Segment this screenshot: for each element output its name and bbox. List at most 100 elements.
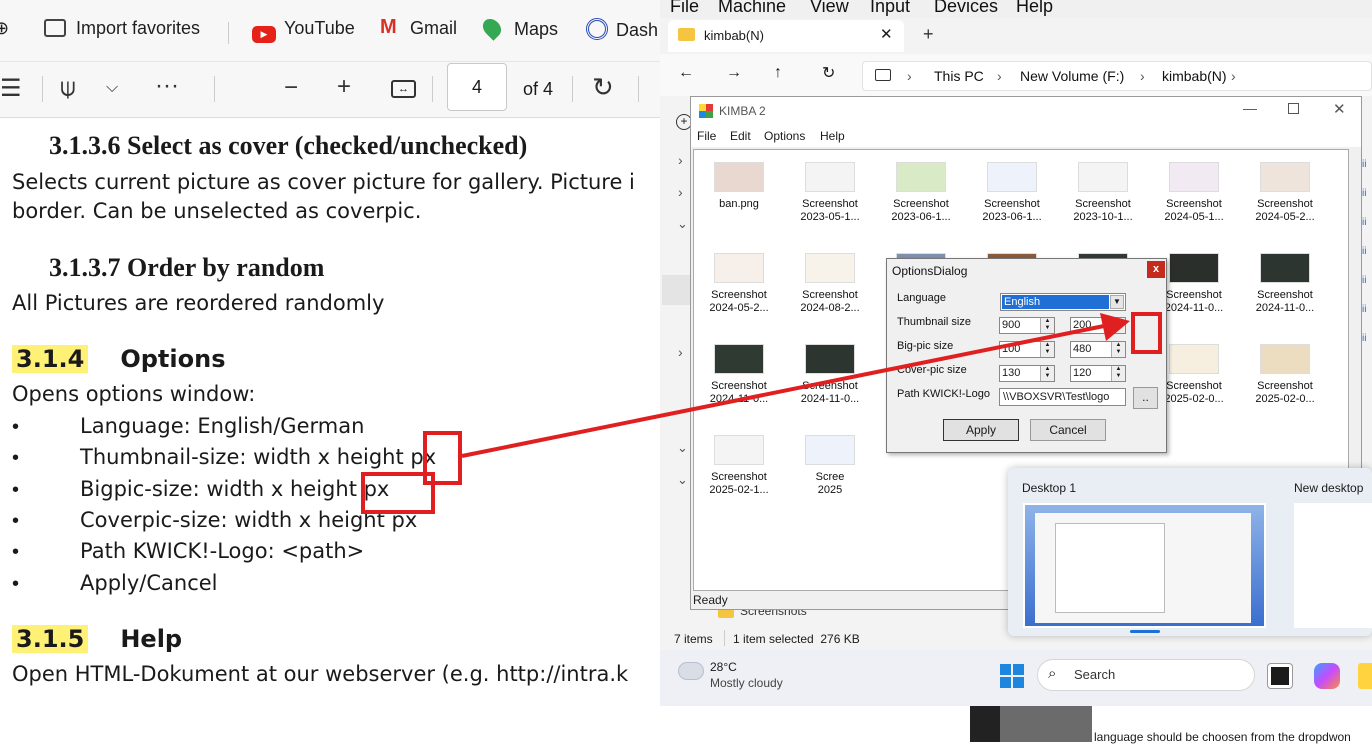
kimba-menu-help[interactable]: Help — [820, 129, 845, 143]
new-desktop-preview[interactable] — [1294, 503, 1372, 628]
thumbnail-tile[interactable]: Screenshot 2024-05-2... — [699, 253, 779, 315]
thumbnail-tile[interactable]: Screenshot 2023-05-1... — [790, 162, 870, 224]
chevron-down-icon[interactable]: ⌄ — [677, 216, 688, 232]
contents-icon[interactable]: ☰ — [0, 77, 22, 101]
thumbnail-tile[interactable]: Screenshot 2023-10-1... — [1063, 162, 1143, 224]
close-icon[interactable]: ✕ — [880, 25, 893, 43]
vm-menu-input[interactable]: Input — [870, 0, 910, 17]
coverpic-height-spinner[interactable]: 120 ▲ ▼ — [1070, 365, 1126, 382]
app-icon[interactable] — [1358, 663, 1372, 689]
explorer-tab[interactable]: kimbab(N) ✕ — [668, 20, 904, 52]
sidebar-selected-item[interactable] — [662, 275, 690, 305]
list-item: Thumbnail-size: width x height px — [80, 445, 437, 469]
thumbnail-tile[interactable]: Screenshot 2023-06-1... — [972, 162, 1052, 224]
desktop-1-preview[interactable] — [1023, 503, 1266, 628]
coverpic-width-spinner[interactable]: 130 ▲ ▼ — [999, 365, 1055, 382]
chevron-right-icon[interactable]: › — [678, 344, 683, 360]
thumbnail-label: ban.png — [719, 198, 759, 210]
chevron-down-icon[interactable]: ⌄ — [677, 472, 688, 488]
bookmark-youtube[interactable]: ▶ YouTube — [252, 18, 355, 43]
dialog-close-button[interactable]: x — [1147, 261, 1165, 278]
kimba-menu-options[interactable]: Options — [764, 129, 805, 143]
apply-button[interactable]: Apply — [943, 419, 1019, 441]
import-icon — [44, 19, 66, 37]
page-number-input[interactable]: 4 — [447, 63, 507, 111]
kimba-menu-file[interactable]: File — [697, 129, 716, 143]
thumbnail-tile[interactable]: Screenshot2024-11-0... — [790, 344, 870, 406]
thumbnail-tile[interactable]: Screenshot2024-11-0... — [699, 344, 779, 406]
minimize-icon[interactable]: — — [1243, 100, 1257, 116]
spinner-arrows-icon[interactable]: ▲ ▼ — [1111, 366, 1125, 381]
bookmark-gmail[interactable]: M Gmail — [380, 17, 457, 39]
rotate-icon[interactable]: ↻ — [592, 74, 614, 100]
chevron-down-icon[interactable]: ⌄ — [677, 440, 688, 456]
windows-start-icon[interactable] — [1000, 664, 1024, 688]
maximize-icon[interactable] — [1288, 103, 1299, 114]
bigpic-width-spinner[interactable]: 100 ▲ ▼ — [999, 341, 1055, 358]
vm-menu-help[interactable]: Help — [1016, 0, 1053, 17]
thumbnail-tile[interactable]: Screenshot 2023-06-1... — [881, 162, 961, 224]
copilot-icon[interactable] — [1314, 663, 1340, 689]
thumbnail-width-spinner[interactable]: 900 ▲ ▼ — [999, 317, 1055, 334]
task-view-icon[interactable] — [1268, 664, 1292, 688]
divider — [572, 76, 573, 102]
vm-menu-file[interactable]: File — [670, 0, 699, 17]
bookmark-dash[interactable]: Dash — [586, 18, 658, 41]
highlight-icon[interactable]: ⍦ — [60, 74, 76, 100]
breadcrumb-this-pc[interactable]: This PC — [934, 68, 984, 84]
up-icon[interactable]: ↑ — [774, 64, 782, 82]
back-icon[interactable]: ← — [678, 64, 694, 82]
thumbnail-tile[interactable]: Screenshot 2025-02-0... — [1245, 344, 1325, 406]
close-icon[interactable]: ✕ — [1333, 100, 1346, 118]
bookmark-maps[interactable]: Maps — [479, 15, 558, 41]
spinner-arrows-icon[interactable]: ▲ ▼ — [1111, 318, 1125, 333]
thumbnail-tile[interactable]: Screenshot 2024-05-2... — [1245, 162, 1325, 224]
paragraph-line: border. Can be unselected as coverpic. — [12, 199, 422, 223]
cancel-button[interactable]: Cancel — [1030, 419, 1106, 441]
address-bar[interactable]: › This PC › New Volume (F:) › kimbab(N) … — [862, 61, 1372, 91]
thumbnail-label: Screenshot — [1257, 198, 1313, 210]
fit-page-icon[interactable]: ↔ — [391, 80, 416, 98]
coverpic-size-label: Cover-pic size — [897, 364, 967, 376]
taskbar-search[interactable]: ⌕ Search — [1037, 659, 1255, 691]
chevron-down-icon[interactable]: ▼ — [1110, 295, 1124, 309]
bookmark-import[interactable]: Import favorites — [44, 18, 200, 39]
breadcrumb-folder[interactable]: kimbab(N) — [1162, 68, 1227, 84]
thumbnail-height-spinner[interactable]: 200 ▲ ▼ — [1070, 317, 1126, 334]
thumbnail-tile[interactable]: Screenshot 2024-08-2... — [790, 253, 870, 315]
new-tab-button[interactable]: + — [923, 24, 934, 45]
zoom-out-button[interactable]: − — [284, 76, 298, 100]
spinner-arrows-icon[interactable]: ▲ ▼ — [1040, 318, 1054, 333]
spinner-arrows-icon[interactable]: ▲ ▼ — [1040, 342, 1054, 357]
thumbnail-image — [805, 435, 855, 465]
vm-menu-machine[interactable]: Machine — [718, 0, 786, 17]
breadcrumb-volume[interactable]: New Volume (F:) — [1020, 68, 1124, 84]
thumbnail-tile[interactable]: Screenshot 2025-02-1... — [699, 435, 779, 497]
thumbnail-tile[interactable]: Scree 2025 — [790, 435, 870, 497]
vm-menu-devices[interactable]: Devices — [934, 0, 998, 17]
thumbnail-tile[interactable]: Screenshot2024-11-0... — [1245, 253, 1325, 315]
thumbnail-tile[interactable]: Screenshot 2024-05-1... — [1154, 162, 1234, 224]
vm-menu-view[interactable]: View — [810, 0, 849, 17]
thumbnail-date: 2023-06-1... — [891, 211, 951, 223]
chevron-right-icon[interactable]: › — [678, 152, 683, 168]
zoom-in-button[interactable]: + — [337, 75, 351, 99]
more-icon[interactable]: ··· — [155, 74, 179, 98]
logo-path-input[interactable]: \\VBOXSVR\Test\logo — [999, 388, 1126, 406]
heading-3-1-4: 3.1.4 Options — [12, 345, 225, 373]
thumbnail-label: Screenshot — [1075, 198, 1131, 210]
kimba-menu-edit[interactable]: Edit — [730, 129, 751, 143]
thumbnail-tile[interactable]: ban.png — [699, 162, 779, 211]
taskbar: 28°C Mostly cloudy — [660, 650, 1372, 706]
thumbnail-date: 2023-10-1... — [1073, 211, 1133, 223]
chevron-down-icon[interactable]: ⌵ — [106, 80, 118, 96]
language-value: English — [1002, 295, 1109, 309]
language-select[interactable]: English ▼ — [1000, 293, 1126, 311]
browse-button[interactable]: .. — [1133, 387, 1158, 409]
forward-icon[interactable]: → — [726, 64, 742, 82]
spinner-arrows-icon[interactable]: ▲ ▼ — [1111, 342, 1125, 357]
chevron-right-icon[interactable]: › — [678, 184, 683, 200]
bigpic-height-spinner[interactable]: 480 ▲ ▼ — [1070, 341, 1126, 358]
refresh-icon[interactable]: ↻ — [822, 63, 835, 83]
spinner-arrows-icon[interactable]: ▲ ▼ — [1040, 366, 1054, 381]
